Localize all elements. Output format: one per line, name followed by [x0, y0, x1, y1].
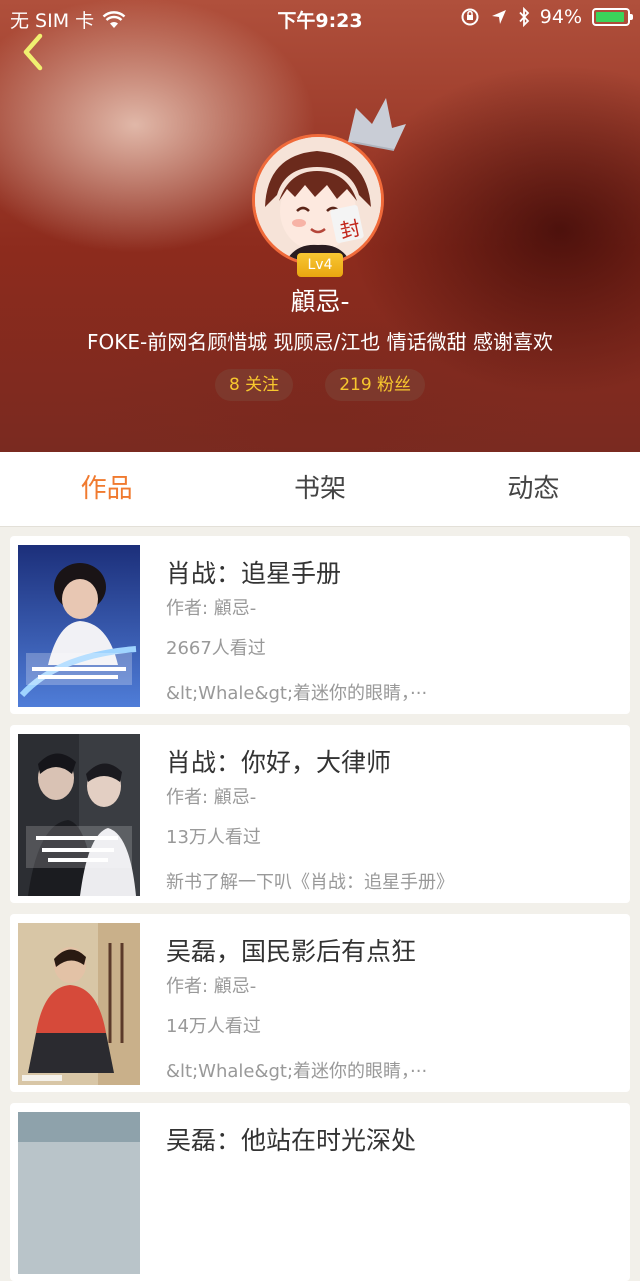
- tab-bookshelf[interactable]: 书架: [213, 452, 426, 526]
- username: 顧忌-: [290, 287, 350, 316]
- book-author: 作者: 顧忌-: [166, 598, 257, 619]
- following-count-button[interactable]: 8 关注: [214, 369, 294, 401]
- book-title: 吴磊，国民影后有点狂: [166, 937, 417, 966]
- book-cover-image: [18, 734, 140, 896]
- book-author: 作者: 顧忌-: [166, 976, 257, 997]
- avatar-container[interactable]: 封: [250, 98, 406, 272]
- book-description: &lt;Whale&gt;着迷你的眼睛，···: [166, 683, 428, 704]
- profile-header: 无 SIM 卡 下午9:23 94% 封 Lv4 顧忌- FOKE-前网名顾惜城…: [0, 0, 640, 452]
- book-author: 作者: 顧忌-: [166, 787, 257, 808]
- battery-percent: 94%: [539, 6, 582, 28]
- book-views: 2667人看过: [166, 638, 266, 659]
- follow-stats: 8 关注 219 粉丝: [0, 369, 640, 401]
- book-card[interactable]: 吴磊：他站在时光深处: [10, 1103, 630, 1281]
- book-cover-image: [18, 1112, 140, 1274]
- book-description: &lt;Whale&gt;着迷你的眼睛，···: [166, 1061, 428, 1082]
- book-card[interactable]: 肖战：你好，大律师 作者: 顧忌- 13万人看过 新书了解一下叭《肖战：追星手册…: [10, 725, 630, 903]
- status-bar: 无 SIM 卡 下午9:23 94%: [0, 0, 640, 36]
- book-description: 新书了解一下叭《肖战：追星手册》: [166, 872, 454, 893]
- battery-fill: [596, 12, 624, 22]
- followers-count-button[interactable]: 219 粉丝: [325, 369, 426, 401]
- tab-activity[interactable]: 动态: [427, 452, 640, 526]
- bluetooth-icon: [519, 7, 530, 27]
- crown-icon: [348, 98, 406, 151]
- book-title: 肖战：你好，大律师: [166, 748, 392, 777]
- book-views: 13万人看过: [166, 827, 261, 848]
- book-cover: [18, 1112, 140, 1274]
- book-cover-image: [18, 923, 140, 1085]
- book-card[interactable]: 肖战：追星手册 作者: 顧忌- 2667人看过 &lt;Whale&gt;着迷你…: [10, 536, 630, 714]
- book-cover: [18, 923, 140, 1085]
- tab-works[interactable]: 作品: [0, 452, 213, 526]
- user-bio: FOKE-前网名顾惜城 现顾忌/江也 情话微甜 感谢喜欢: [86, 330, 554, 354]
- battery-icon: [592, 8, 633, 26]
- book-title: 肖战：追星手册: [166, 559, 342, 588]
- profile-tabs: 作品 书架 动态: [0, 452, 640, 527]
- book-views: 14万人看过: [166, 1016, 261, 1037]
- book-card[interactable]: 吴磊，国民影后有点狂 作者: 顧忌- 14万人看过 &lt;Whale&gt;着…: [10, 914, 630, 1092]
- book-cover: [18, 734, 140, 896]
- book-title: 吴磊：他站在时光深处: [166, 1126, 417, 1155]
- back-button[interactable]: [14, 30, 54, 74]
- back-arrow-icon: [23, 33, 43, 71]
- orientation-lock-icon: [461, 8, 479, 26]
- location-icon: [491, 10, 506, 24]
- level-badge: Lv4: [297, 253, 343, 277]
- book-cover: [18, 545, 140, 707]
- book-cover-image: [18, 545, 140, 707]
